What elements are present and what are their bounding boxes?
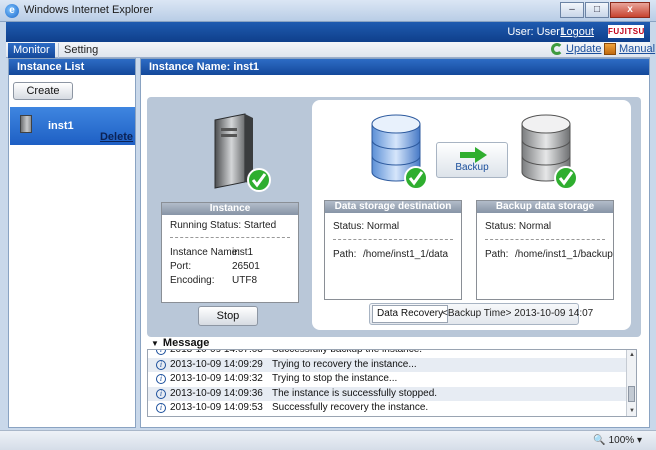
instance-info-box: Instance Running Status: Started Instanc… bbox=[161, 202, 299, 303]
server-icon bbox=[20, 115, 32, 133]
internet-explorer-icon: e bbox=[5, 4, 19, 18]
backup-path-label: Path: bbox=[485, 249, 509, 260]
minimize-button[interactable]: – bbox=[560, 2, 584, 18]
manual-label: Manual bbox=[619, 43, 656, 55]
info-icon: i bbox=[156, 403, 166, 413]
instance-name-label: Instance Name: bbox=[170, 247, 241, 258]
backup-time: <Backup Time> 2013-10-09 14:07 bbox=[442, 308, 594, 319]
backup-storage-status: Status: Normal bbox=[485, 221, 552, 232]
data-storage-box: Data storage destination Status: Normal … bbox=[324, 200, 462, 300]
window-title: Windows Internet Explorer bbox=[24, 4, 153, 16]
info-icon: i bbox=[156, 350, 166, 355]
update-label: Update bbox=[566, 43, 602, 55]
fujitsu-logo: FUJITSU bbox=[608, 25, 645, 38]
message-time: 2013-10-09 14:09:53 bbox=[170, 402, 263, 413]
divider bbox=[170, 237, 290, 238]
status-bar: 🔍 100% ▾ bbox=[0, 430, 656, 450]
recovery-bar: Data Recovery <Backup Time> 2013-10-09 1… bbox=[369, 303, 593, 325]
data-recovery-button[interactable]: Data Recovery bbox=[372, 305, 449, 323]
manual-link[interactable]: Manual bbox=[604, 43, 655, 55]
maximize-button[interactable]: □ bbox=[585, 2, 609, 18]
info-icon: i bbox=[156, 359, 166, 370]
message-list: i 2013-10-09 14:07:03 Successfully backu… bbox=[147, 349, 637, 417]
logout-link[interactable]: Logout bbox=[560, 26, 594, 38]
database-icon bbox=[371, 114, 428, 190]
instance-list-title: Instance List bbox=[9, 59, 135, 75]
running-status: Running Status: Started bbox=[170, 220, 277, 231]
message-row: i 2013-10-09 14:09:36 The instance is su… bbox=[148, 386, 626, 401]
encoding-label: Encoding: bbox=[170, 275, 215, 286]
message-text: The instance is successfully stopped. bbox=[272, 387, 438, 399]
message-text: Trying to stop the instance... bbox=[272, 373, 398, 384]
refresh-icon bbox=[551, 43, 563, 55]
info-icon: i bbox=[156, 388, 166, 399]
zoom-level[interactable]: 🔍 100% ▾ bbox=[593, 435, 642, 446]
data-path-value: /home/inst1_1/data bbox=[363, 249, 449, 260]
backup-label: Backup bbox=[455, 162, 489, 173]
message-scrollbar[interactable]: ▲ ▼ bbox=[626, 350, 636, 416]
tab-row: Monitor Setting Update Manual bbox=[6, 42, 655, 58]
scroll-up-icon[interactable]: ▲ bbox=[627, 350, 636, 360]
close-button[interactable]: x bbox=[610, 2, 650, 18]
message-title: Message bbox=[162, 337, 210, 349]
create-button[interactable]: Create bbox=[13, 82, 73, 100]
divider bbox=[333, 239, 453, 240]
instance-name: inst1 bbox=[48, 120, 74, 132]
message-text: Trying to recovery the instance... bbox=[272, 358, 417, 370]
instance-list-item[interactable]: inst1 Delete bbox=[10, 107, 135, 145]
message-row: i 2013-10-09 14:09:53 Successfully recov… bbox=[148, 401, 626, 416]
storage-area: Backup Data storage destination Status: … bbox=[312, 100, 631, 330]
message-text: Successfully recovery the instance. bbox=[272, 402, 429, 413]
backup-button[interactable]: Backup bbox=[436, 142, 508, 178]
window-titlebar: e Windows Internet Explorer – □ x bbox=[0, 0, 656, 22]
instance-name-value: inst1 bbox=[232, 247, 254, 258]
scrollbar-thumb[interactable] bbox=[628, 386, 635, 402]
book-icon bbox=[604, 43, 616, 55]
instance-detail-title: Instance Name: inst1 bbox=[141, 59, 649, 75]
backup-storage-box: Backup data storage destination Status: … bbox=[476, 200, 614, 300]
tab-monitor[interactable]: Monitor bbox=[8, 43, 55, 58]
port-value: 26501 bbox=[232, 261, 260, 272]
data-path-label: Path: bbox=[333, 249, 357, 260]
update-link[interactable]: Update bbox=[551, 43, 601, 55]
message-text: Successfully backup the instance. bbox=[272, 349, 423, 355]
backup-database-icon bbox=[521, 114, 578, 190]
data-storage-heading: Data storage destination bbox=[325, 201, 461, 213]
app-header: User: User1 Logout FUJITSU bbox=[6, 22, 650, 42]
message-time: 2013-10-09 14:09:32 bbox=[170, 373, 263, 384]
stop-button[interactable]: Stop bbox=[198, 306, 258, 326]
message-time: 2013-10-09 14:09:29 bbox=[170, 358, 263, 370]
instance-overview: Instance Running Status: Started Instanc… bbox=[147, 97, 641, 337]
tab-setting[interactable]: Setting bbox=[58, 43, 103, 58]
info-icon: i bbox=[156, 374, 166, 384]
zoom-value: 100% bbox=[608, 435, 635, 446]
user-label: User: User1 bbox=[507, 26, 566, 38]
delete-link[interactable]: Delete bbox=[100, 131, 133, 143]
data-storage-status: Status: Normal bbox=[333, 221, 400, 232]
instance-box-heading: Instance bbox=[162, 203, 298, 215]
message-row: i 2013-10-09 14:09:32 Trying to stop the… bbox=[148, 372, 626, 387]
backup-storage-heading: Backup data storage destination bbox=[477, 201, 613, 224]
backup-path-value: /home/inst1_1/backup bbox=[515, 249, 613, 260]
encoding-value: UTF8 bbox=[232, 275, 257, 286]
instance-detail-panel: Instance Name: inst1 Instance Running St… bbox=[140, 58, 650, 428]
instance-list-panel: Instance List Create inst1 Delete bbox=[8, 58, 136, 428]
server-icon bbox=[214, 113, 271, 192]
message-time: 2013-10-09 14:07:03 bbox=[170, 349, 263, 355]
window-controls: – □ x bbox=[559, 2, 650, 18]
message-header[interactable]: ▼ Message bbox=[147, 337, 641, 349]
message-row: i 2013-10-09 14:09:29 Trying to recovery… bbox=[148, 357, 626, 372]
arrow-right-icon bbox=[460, 147, 487, 163]
port-label: Port: bbox=[170, 261, 192, 272]
divider bbox=[485, 239, 605, 240]
scroll-down-icon[interactable]: ▼ bbox=[627, 406, 636, 416]
message-row: i 2013-10-09 14:07:03 Successfully backu… bbox=[148, 349, 626, 358]
message-time: 2013-10-09 14:09:36 bbox=[170, 387, 263, 399]
